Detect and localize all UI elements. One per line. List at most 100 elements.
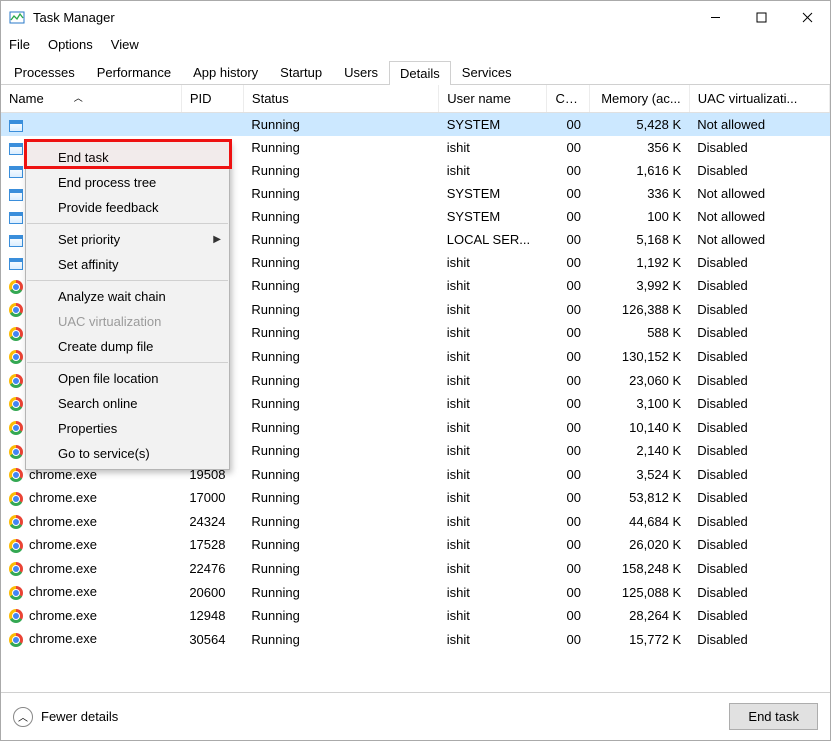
process-memory: 28,264 K — [589, 604, 689, 628]
cm-search-online[interactable]: Search online — [26, 391, 229, 416]
cm-go-to-services[interactable]: Go to service(s) — [26, 441, 229, 466]
col-status[interactable]: Status — [243, 85, 438, 113]
tab-users[interactable]: Users — [333, 60, 389, 84]
menu-view[interactable]: View — [109, 35, 141, 54]
process-name: chrome.exe — [29, 608, 97, 623]
process-status: Running — [243, 321, 438, 345]
chrome-icon — [9, 397, 23, 411]
tab-services[interactable]: Services — [451, 60, 523, 84]
cm-end-process-tree[interactable]: End process tree — [26, 170, 229, 195]
cm-open-file-location[interactable]: Open file location — [26, 366, 229, 391]
cm-end-task[interactable]: End task — [26, 145, 229, 170]
process-icon — [9, 143, 23, 155]
cm-properties[interactable]: Properties — [26, 416, 229, 441]
chrome-icon — [9, 445, 23, 459]
end-task-button[interactable]: End task — [729, 703, 818, 730]
process-user: ishit — [439, 136, 547, 159]
cm-separator — [27, 280, 228, 281]
tab-details[interactable]: Details — [389, 61, 451, 85]
process-memory: 23,060 K — [589, 368, 689, 392]
col-uac[interactable]: UAC virtualizati... — [689, 85, 829, 113]
process-cpu: 00 — [547, 557, 589, 581]
process-status: Running — [243, 392, 438, 416]
process-name: chrome.exe — [29, 584, 97, 599]
process-pid: 17528 — [181, 533, 243, 557]
process-pid: 12948 — [181, 604, 243, 628]
fewer-details-toggle[interactable]: ︿ Fewer details — [13, 707, 118, 727]
process-cpu: 00 — [547, 251, 589, 274]
process-pid: 20600 — [181, 580, 243, 604]
tab-processes[interactable]: Processes — [3, 60, 86, 84]
process-user: SYSTEM — [439, 205, 547, 228]
process-pid: 22476 — [181, 557, 243, 581]
cm-provide-feedback[interactable]: Provide feedback — [26, 195, 229, 220]
column-headers: Name︿ PID Status User name CPU Memory (a… — [1, 85, 830, 113]
minimize-button[interactable] — [692, 1, 738, 33]
col-cpu[interactable]: CPU — [547, 85, 589, 113]
close-button[interactable] — [784, 1, 830, 33]
process-user: ishit — [439, 463, 547, 487]
tab-app-history[interactable]: App history — [182, 60, 269, 84]
process-cpu: 00 — [547, 345, 589, 369]
process-row[interactable]: chrome.exe30564Runningishit0015,772 KDis… — [1, 627, 830, 651]
process-cpu: 00 — [547, 439, 589, 463]
process-user: LOCAL SER... — [439, 228, 547, 251]
cm-set-priority[interactable]: Set priority▶ — [26, 227, 229, 252]
process-cpu: 00 — [547, 228, 589, 251]
chrome-icon — [9, 350, 23, 364]
menu-file[interactable]: File — [7, 35, 32, 54]
process-cpu: 00 — [547, 627, 589, 651]
col-pid[interactable]: PID — [181, 85, 243, 113]
process-user: ishit — [439, 298, 547, 322]
col-name[interactable]: Name︿ — [1, 85, 181, 113]
fewer-details-label: Fewer details — [41, 709, 118, 724]
process-icon — [9, 258, 23, 270]
tab-performance[interactable]: Performance — [86, 60, 182, 84]
process-uac: Not allowed — [689, 228, 829, 251]
process-user: ishit — [439, 251, 547, 274]
chrome-icon — [9, 374, 23, 388]
process-row[interactable]: chrome.exe22476Runningishit00158,248 KDi… — [1, 557, 830, 581]
process-row[interactable]: chrome.exe17000Runningishit0053,812 KDis… — [1, 486, 830, 510]
tab-startup[interactable]: Startup — [269, 60, 333, 84]
process-cpu: 00 — [547, 182, 589, 205]
process-name: chrome.exe — [29, 631, 97, 646]
process-status: Running — [243, 627, 438, 651]
chrome-icon — [9, 327, 23, 341]
process-pid: 17000 — [181, 486, 243, 510]
process-user: ishit — [439, 159, 547, 182]
process-uac: Disabled — [689, 557, 829, 581]
process-status: Running — [243, 486, 438, 510]
process-cpu: 00 — [547, 298, 589, 322]
cm-separator — [27, 223, 228, 224]
process-row[interactable]: chrome.exe12948Runningishit0028,264 KDis… — [1, 604, 830, 628]
process-user: SYSTEM — [439, 113, 547, 137]
process-user: ishit — [439, 627, 547, 651]
process-memory: 26,020 K — [589, 533, 689, 557]
process-row[interactable]: chrome.exe17528Runningishit0026,020 KDis… — [1, 533, 830, 557]
process-uac: Disabled — [689, 392, 829, 416]
process-uac: Disabled — [689, 298, 829, 322]
chrome-icon — [9, 421, 23, 435]
process-memory: 356 K — [589, 136, 689, 159]
process-row[interactable]: RunningSYSTEM005,428 KNot allowed — [1, 113, 830, 137]
process-user: ishit — [439, 392, 547, 416]
cm-analyze-wait-chain[interactable]: Analyze wait chain — [26, 284, 229, 309]
process-uac: Not allowed — [689, 205, 829, 228]
menu-options[interactable]: Options — [46, 35, 95, 54]
process-cpu: 00 — [547, 463, 589, 487]
col-user[interactable]: User name — [439, 85, 547, 113]
process-row[interactable]: chrome.exe20600Runningishit00125,088 KDi… — [1, 580, 830, 604]
col-memory[interactable]: Memory (ac... — [589, 85, 689, 113]
maximize-button[interactable] — [738, 1, 784, 33]
cm-create-dump-file[interactable]: Create dump file — [26, 334, 229, 359]
process-uac: Disabled — [689, 345, 829, 369]
process-cpu: 00 — [547, 321, 589, 345]
process-uac: Disabled — [689, 251, 829, 274]
process-uac: Disabled — [689, 439, 829, 463]
process-uac: Disabled — [689, 136, 829, 159]
process-cpu: 00 — [547, 205, 589, 228]
chevron-up-circle-icon: ︿ — [13, 707, 33, 727]
cm-set-affinity[interactable]: Set affinity — [26, 252, 229, 277]
process-row[interactable]: chrome.exe24324Runningishit0044,684 KDis… — [1, 510, 830, 534]
